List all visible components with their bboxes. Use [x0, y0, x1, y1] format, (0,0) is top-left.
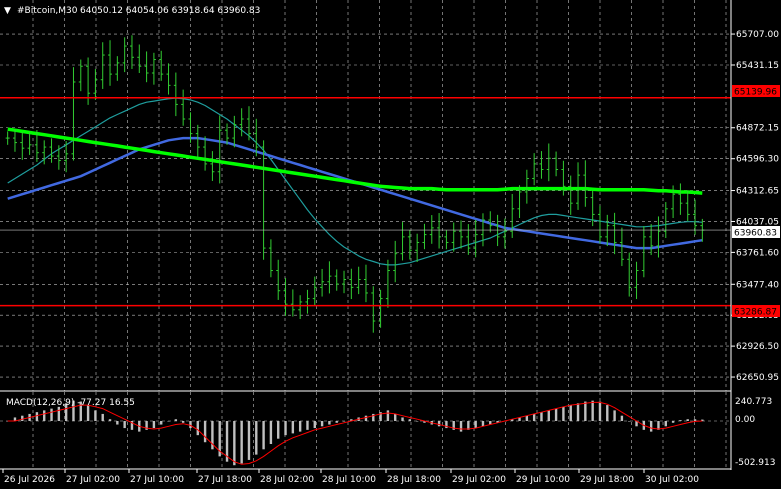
macd-label: MACD(12,26,9) -77.27 16.55 [6, 398, 135, 408]
macd-hist-bar [401, 417, 404, 421]
macd-hist-bar [335, 421, 338, 423]
time-tick-label: 29 Jul 10:00 [516, 475, 570, 485]
time-tick-label: 28 Jul 10:00 [322, 475, 376, 485]
macd-hist-bar [613, 410, 616, 421]
macd-hist-bar [386, 410, 390, 421]
chart-svg[interactable]: ▼ #Bitcoin,M30 64050.12 64054.06 63918.6… [0, 0, 781, 489]
macd-hist-bar [408, 419, 412, 421]
macd-hist-bar [189, 421, 192, 429]
time-tick-label: 27 Jul 10:00 [130, 475, 184, 485]
time-tick-label: 29 Jul 18:00 [580, 475, 634, 485]
macd-hist-bar [628, 421, 631, 422]
macd-hist-bar [108, 419, 112, 421]
macd-hist-bar [284, 421, 287, 436]
price-tick-label: 64312.65 [736, 187, 779, 197]
macd-hist-bar [35, 412, 39, 421]
macd-hist-bar [181, 421, 185, 423]
time-tick-label: 27 Jul 02:00 [66, 475, 120, 485]
macd-hist-bar [415, 421, 419, 422]
macd-hist-bar [320, 421, 324, 427]
price-tick-label: 65431.15 [736, 61, 779, 71]
macd-hist-bar [240, 421, 243, 464]
header-dropdown-icon[interactable]: ▼ [4, 6, 11, 16]
macd-hist-bar [591, 400, 594, 421]
macd-hist-bar [598, 401, 602, 421]
macd-hist-bar [679, 420, 682, 421]
macd-hist-bar [262, 421, 265, 450]
time-tick-label: 30 Jul 02:00 [645, 475, 699, 485]
macd-hist-bar [569, 405, 572, 421]
macd-hist-bar [196, 421, 199, 436]
macd-hist-bar [116, 421, 119, 425]
ohlc-label: 64050.12 64054.06 63918.64 63960.83 [80, 6, 260, 16]
price-tick-label: 63761.60 [736, 248, 779, 258]
macd-hist-bar [167, 421, 170, 422]
macd-hist-bar [313, 421, 316, 429]
macd-hist-bar [101, 413, 104, 421]
macd-hist-bar [562, 406, 565, 421]
macd-tick-zero: 0.00 [735, 415, 755, 425]
macd-hist-bar [342, 421, 346, 422]
macd-hist-bar [21, 415, 24, 421]
macd-hist-bar [298, 421, 302, 432]
resistance-tag: 65139.96 [734, 88, 777, 98]
time-tick-label: 27 Jul 18:00 [198, 475, 252, 485]
macd-hist-bar [686, 419, 689, 421]
macd-hist-bar [576, 403, 580, 421]
macd-hist-bar [43, 410, 46, 421]
macd-hist-bar [584, 401, 587, 421]
price-tick-label: 62926.50 [736, 342, 779, 352]
macd-hist-bar [459, 421, 463, 432]
macd-tick-max: 240.773 [735, 397, 772, 407]
macd-hist-bar [160, 421, 163, 425]
price-tick-label: 62650.95 [736, 373, 779, 383]
macd-hist-bar [649, 421, 653, 432]
macd-tick-min: -502.913 [735, 458, 775, 468]
macd-hist-bar [57, 406, 61, 421]
macd-hist-bar [620, 415, 624, 421]
macd-hist-bar [306, 421, 309, 430]
macd-hist-bar [671, 421, 675, 423]
time-tick-label: 28 Jul 18:00 [387, 475, 441, 485]
macd-hist-bar [664, 421, 667, 427]
time-tick-label: 26 Jul 2026 [4, 475, 55, 485]
macd-hist-bar [152, 421, 156, 429]
macd-hist-bar [269, 421, 273, 444]
macd-hist-bar [364, 415, 368, 421]
macd-hist-bar [50, 408, 53, 421]
macd-hist-bar [525, 415, 529, 421]
macd-hist-bar [394, 413, 397, 421]
macd-hist-bar [247, 421, 251, 460]
trading-chart[interactable]: ▼ #Bitcoin,M30 64050.12 64054.06 63918.6… [0, 0, 781, 489]
macd-hist-bar [277, 421, 280, 439]
price-tick-label: 63477.40 [736, 280, 779, 290]
price-tick-label: 64596.30 [736, 155, 779, 165]
time-tick-label: 28 Jul 02:00 [260, 475, 314, 485]
macd-hist-bar [255, 421, 258, 455]
macd-hist-bar [540, 412, 543, 421]
macd-hist-bar [233, 421, 236, 466]
macd-hist-bar [481, 421, 485, 427]
macd-hist-bar [94, 410, 97, 421]
macd-hist-bar [606, 405, 609, 421]
macd-hist-bar [174, 419, 178, 421]
macd-hist-bar [554, 408, 558, 421]
macd-hist-bar [291, 421, 295, 434]
macd-hist-bar [474, 421, 477, 429]
time-tick-label: 29 Jul 02:00 [452, 475, 506, 485]
symbol-label: #Bitcoin,M30 [17, 6, 78, 16]
macd-hist-bar [437, 421, 441, 427]
price-tick-label: 65707.00 [736, 30, 779, 40]
support-tag: 63286.87 [734, 308, 777, 318]
macd-hist-bar [123, 421, 126, 429]
macd-hist-bar [328, 421, 331, 425]
macd-hist-bar [532, 413, 536, 421]
macd-hist-bar [203, 421, 207, 443]
price-tick-label: 64037.05 [736, 217, 779, 227]
current-price-tag: 63960.83 [734, 229, 777, 239]
macd-hist-bar [693, 419, 697, 421]
macd-hist-bar [547, 410, 550, 421]
price-tick-label: 64872.15 [736, 124, 779, 134]
